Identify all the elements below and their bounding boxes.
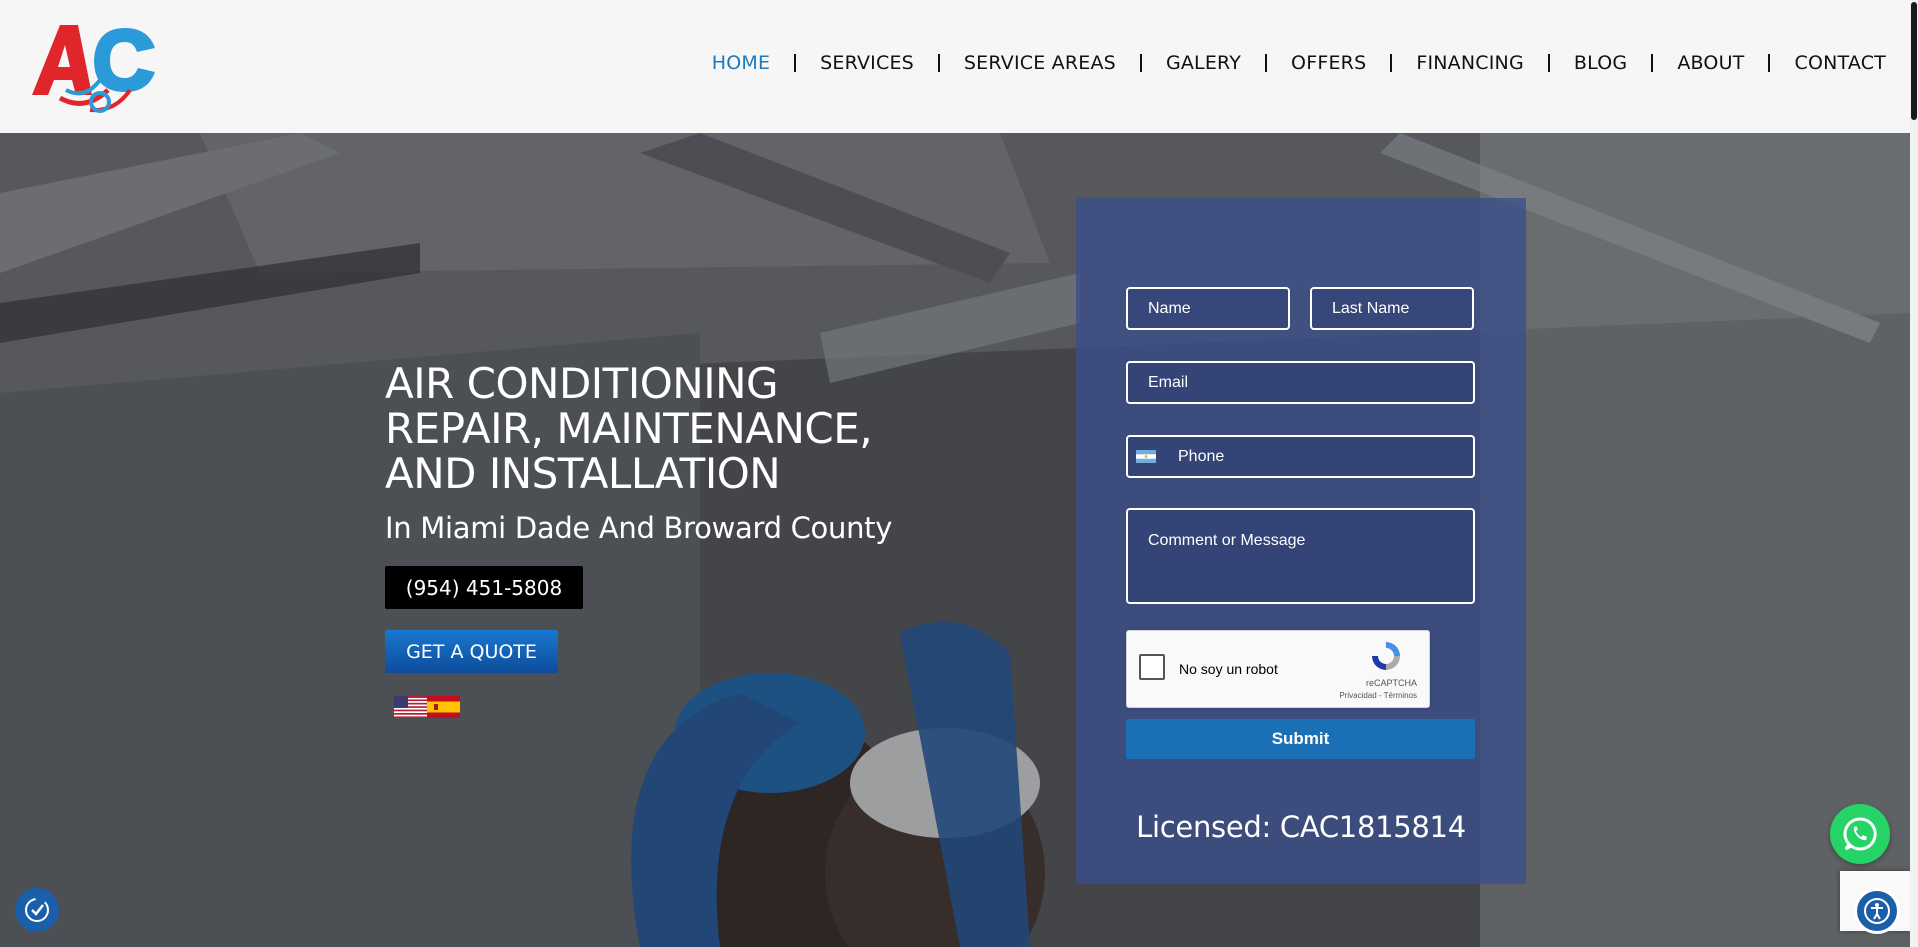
get-quote-button[interactable]: GET A QUOTE — [385, 630, 558, 673]
hero-section: AIR CONDITIONING REPAIR, MAINTENANCE, AN… — [0, 133, 1910, 947]
recaptcha-checkbox[interactable] — [1139, 654, 1165, 680]
recaptcha-icon — [1372, 642, 1400, 670]
nav-contact[interactable]: CONTACT — [1794, 52, 1886, 74]
hero-title-line: AND INSTALLATION — [385, 449, 781, 498]
nav-service-areas[interactable]: SERVICE AREAS — [964, 52, 1116, 74]
name-field[interactable]: Name — [1126, 287, 1290, 330]
english-flag-icon[interactable] — [394, 696, 427, 718]
main-nav: HOME SERVICES SERVICE AREAS GALERY OFFER… — [712, 52, 1886, 74]
whatsapp-icon — [1843, 817, 1877, 851]
phone-call-button[interactable]: (954) 451-5808 — [385, 566, 583, 609]
phone-placeholder: Phone — [1178, 447, 1225, 465]
nav-divider — [1139, 54, 1142, 72]
nav-galery[interactable]: GALERY — [1166, 52, 1241, 74]
nav-divider — [1265, 54, 1268, 72]
hero-title-line: REPAIR, MAINTENANCE, — [385, 404, 873, 453]
spanish-flag-icon[interactable] — [427, 696, 460, 718]
nav-blog[interactable]: BLOG — [1574, 52, 1627, 74]
accessibility-icon — [25, 898, 49, 922]
whatsapp-button[interactable] — [1830, 804, 1890, 864]
nav-financing[interactable]: FINANCING — [1416, 52, 1524, 74]
hero-overlay — [0, 133, 1910, 947]
recaptcha-brand: reCAPTCHA — [1365, 678, 1417, 688]
scroll-thumb[interactable] — [1911, 2, 1917, 120]
site-header: HOME SERVICES SERVICE AREAS GALERY OFFER… — [0, 0, 1918, 133]
accessibility-menu-button[interactable] — [1854, 888, 1900, 934]
page-scrollbar[interactable] — [1910, 0, 1918, 947]
nav-divider — [1390, 54, 1393, 72]
nav-divider — [1768, 54, 1771, 72]
nav-about[interactable]: ABOUT — [1677, 52, 1744, 74]
nav-divider — [1547, 54, 1550, 72]
recaptcha-widget: No soy un robot reCAPTCHA Privacidad - T… — [1126, 630, 1430, 708]
nav-divider — [937, 54, 940, 72]
nav-divider — [794, 54, 797, 72]
nav-offers[interactable]: OFFERS — [1291, 52, 1366, 74]
submit-button[interactable]: Submit — [1126, 719, 1475, 759]
nav-home[interactable]: HOME — [712, 52, 770, 74]
language-switcher — [394, 696, 460, 718]
last-name-field[interactable]: Last Name — [1310, 287, 1474, 330]
ac-logo[interactable] — [30, 20, 165, 120]
hero-title: AIR CONDITIONING REPAIR, MAINTENANCE, AN… — [385, 361, 945, 496]
email-field[interactable]: Email — [1126, 361, 1475, 404]
comment-field[interactable]: Comment or Message — [1126, 508, 1475, 604]
nav-divider — [1651, 54, 1654, 72]
hero-subtitle: In Miami Dade And Broward County — [385, 511, 893, 545]
recaptcha-links[interactable]: Privacidad - Términos — [1339, 691, 1417, 700]
nav-services[interactable]: SERVICES — [820, 52, 914, 74]
hero-title-line: AIR CONDITIONING — [385, 359, 779, 408]
phone-field[interactable]: Phone — [1126, 435, 1475, 478]
license-number: Licensed: CAC1815814 — [1136, 810, 1466, 844]
accessibility-button[interactable] — [15, 888, 59, 932]
accessibility-person-icon — [1864, 898, 1890, 924]
contact-form-panel: Name Last Name Email Phone Comment or Me… — [1076, 198, 1526, 884]
recaptcha-label: No soy un robot — [1179, 661, 1278, 677]
argentina-flag-icon[interactable] — [1136, 450, 1156, 463]
